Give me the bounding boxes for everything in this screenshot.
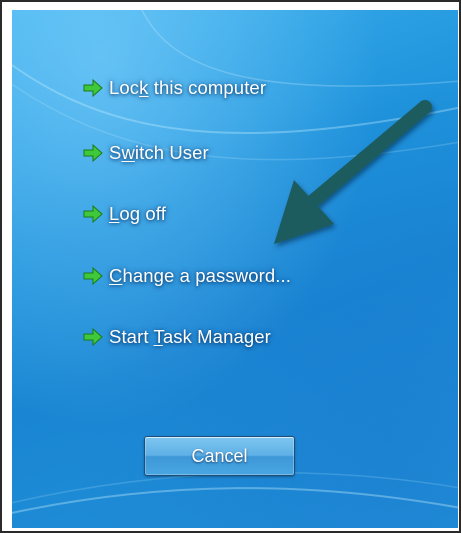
green-arrow-icon	[83, 327, 103, 347]
menu-item-change-password[interactable]: Change a password...	[82, 260, 291, 292]
screenshot-frame: Lock this computer Switch User Log off C…	[0, 0, 461, 533]
menu-item-label: Log off	[109, 203, 166, 224]
menu-item-label: Switch User	[109, 142, 209, 163]
menu-item-lock-computer[interactable]: Lock this computer	[82, 72, 266, 104]
menu-item-label: Start Task Manager	[109, 326, 271, 347]
green-arrow-icon	[83, 143, 103, 163]
security-options-screen: Lock this computer Switch User Log off C…	[12, 10, 458, 528]
green-arrow-icon	[83, 266, 103, 286]
menu-item-log-off[interactable]: Log off	[82, 198, 166, 230]
cancel-button-label: Cancel	[191, 445, 248, 466]
green-arrow-icon	[83, 78, 103, 98]
cancel-button[interactable]: Cancel	[144, 436, 295, 476]
menu-item-label: Change a password...	[109, 265, 291, 286]
menu-item-label: Lock this computer	[109, 77, 267, 98]
green-arrow-icon	[83, 204, 103, 224]
menu-item-start-task-manager[interactable]: Start Task Manager	[82, 321, 271, 353]
menu-item-switch-user[interactable]: Switch User	[82, 137, 209, 169]
